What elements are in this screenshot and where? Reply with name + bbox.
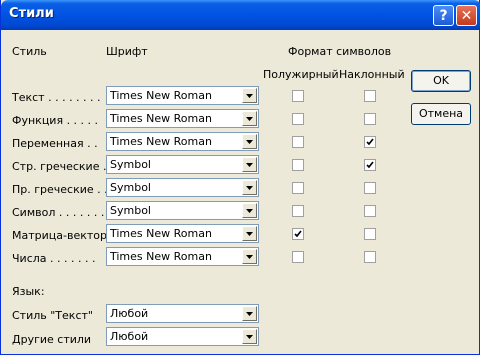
italic-checkbox-matrix-vector[interactable] [364, 228, 376, 240]
italic-column-header: Наклонный [339, 68, 405, 81]
bold-checkbox-lc-greek[interactable] [292, 159, 304, 171]
language-value: Любой [110, 330, 149, 343]
italic-checkbox-variable[interactable] [364, 136, 376, 148]
font-value: Times New Roman [110, 135, 212, 148]
chevron-down-icon[interactable] [242, 134, 257, 149]
checkmark-icon [366, 161, 374, 169]
chevron-down-icon[interactable] [242, 180, 257, 195]
italic-checkbox-numbers[interactable] [364, 251, 376, 263]
title-bar: Стили ? ✕ [1, 0, 480, 30]
row-label-lc-greek: Стр. греческие . [12, 160, 107, 173]
font-select-function[interactable]: Times New Roman [106, 109, 259, 128]
cancel-button[interactable]: Отмена [411, 103, 471, 125]
font-select-uc-greek[interactable]: Symbol [106, 178, 259, 197]
font-value: Times New Roman [110, 112, 212, 125]
other-styles-language-select[interactable]: Любой [106, 327, 259, 346]
bold-checkbox-uc-greek[interactable] [292, 182, 304, 194]
window-title: Стили [9, 6, 54, 21]
chevron-down-icon[interactable] [242, 88, 257, 103]
font-value: Symbol [110, 204, 151, 217]
italic-checkbox-lc-greek[interactable] [364, 159, 376, 171]
text-style-language-select[interactable]: Любой [106, 304, 259, 323]
bold-checkbox-variable[interactable] [292, 136, 304, 148]
bold-checkbox-matrix-vector[interactable] [292, 228, 304, 240]
row-label-matrix-vector: Матрица-вектор [12, 229, 107, 242]
row-label-function: Функция . . . . . [12, 114, 99, 127]
row-label-variable: Переменная . . [12, 137, 98, 150]
bold-checkbox-numbers[interactable] [292, 251, 304, 263]
chevron-down-icon[interactable] [242, 111, 257, 126]
language-heading: Язык: [12, 285, 45, 298]
row-label-uc-greek: Пр. греческие . . [12, 183, 108, 196]
bold-checkbox-text[interactable] [292, 90, 304, 102]
italic-checkbox-text[interactable] [364, 90, 376, 102]
row-label-symbol: Символ . . . . . . . [12, 206, 105, 219]
row-label-numbers: Числа . . . . . . . [12, 252, 96, 265]
font-column-header: Шрифт [106, 45, 148, 58]
font-value: Symbol [110, 158, 151, 171]
font-select-variable[interactable]: Times New Roman [106, 132, 259, 151]
bold-checkbox-symbol[interactable] [292, 205, 304, 217]
other-styles-language-label: Другие стили [12, 333, 92, 346]
row-label-text: Текст . . . . . . . . [12, 91, 101, 104]
font-value: Times New Roman [110, 89, 212, 102]
help-icon: ? [439, 7, 448, 24]
ok-button[interactable]: OK [411, 70, 471, 92]
close-button[interactable]: ✕ [456, 5, 477, 26]
chevron-down-icon[interactable] [242, 157, 257, 172]
font-select-lc-greek[interactable]: Symbol [106, 155, 259, 174]
text-style-language-label: Стиль "Текст" [12, 309, 93, 322]
styles-dialog: Стили ? ✕ Стиль Шрифт Формат символов По… [0, 0, 480, 355]
font-value: Times New Roman [110, 227, 212, 240]
format-header: Формат символов [288, 45, 392, 58]
chevron-down-icon[interactable] [242, 203, 257, 218]
chevron-down-icon[interactable] [242, 226, 257, 241]
font-value: Times New Roman [110, 250, 212, 263]
checkmark-icon [294, 230, 302, 238]
font-select-symbol[interactable]: Symbol [106, 201, 259, 220]
chevron-down-icon[interactable] [242, 329, 257, 344]
font-value: Symbol [110, 181, 151, 194]
bold-column-header: Полужирный [263, 68, 339, 81]
help-button[interactable]: ? [433, 5, 454, 26]
close-icon: ✕ [460, 7, 473, 24]
font-select-text[interactable]: Times New Roman [106, 86, 259, 105]
checkmark-icon [366, 138, 374, 146]
language-value: Любой [110, 307, 149, 320]
font-select-numbers[interactable]: Times New Roman [106, 247, 259, 266]
italic-checkbox-uc-greek[interactable] [364, 182, 376, 194]
style-column-header: Стиль [12, 45, 47, 58]
chevron-down-icon[interactable] [242, 249, 257, 264]
italic-checkbox-symbol[interactable] [364, 205, 376, 217]
italic-checkbox-function[interactable] [364, 113, 376, 125]
font-select-matrix-vector[interactable]: Times New Roman [106, 224, 259, 243]
bold-checkbox-function[interactable] [292, 113, 304, 125]
chevron-down-icon[interactable] [242, 306, 257, 321]
